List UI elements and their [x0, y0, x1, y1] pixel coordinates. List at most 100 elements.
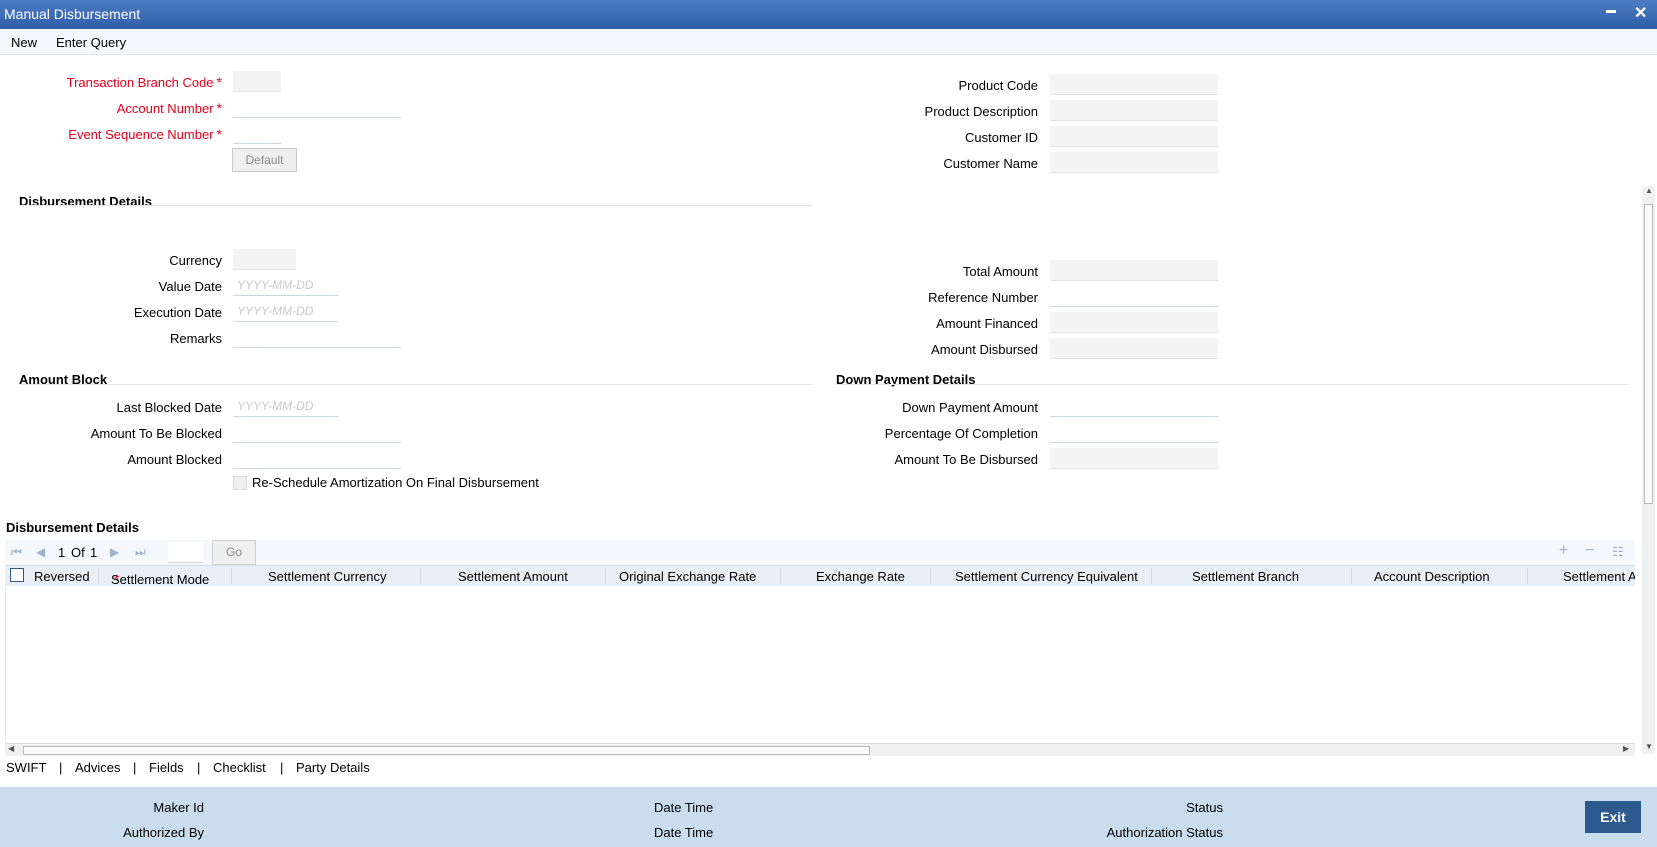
go-button[interactable]: Go	[212, 540, 256, 565]
tab-separator: |	[59, 760, 63, 775]
menu-bar: New Enter Query	[0, 29, 1657, 55]
tab-separator: |	[280, 760, 284, 775]
currency-input[interactable]	[233, 249, 296, 270]
tab-advices[interactable]: Advices	[75, 760, 121, 775]
amount-to-be-blocked-label: Amount To Be Blocked	[90, 426, 222, 441]
transaction-branch-code-input[interactable]	[233, 71, 281, 92]
last-page-icon[interactable]: ⏭	[135, 545, 146, 560]
transaction-branch-code-label: Transaction Branch Code *	[66, 74, 222, 90]
amount-to-be-blocked-input[interactable]	[233, 422, 401, 443]
down-payment-amount-label: Down Payment Amount	[902, 400, 1038, 415]
reference-number-input[interactable]	[1050, 286, 1218, 307]
column-divider	[1527, 568, 1528, 584]
close-icon[interactable]: ✕	[1634, 3, 1647, 23]
execution-date-input[interactable]	[233, 301, 338, 322]
column-divider	[231, 568, 232, 584]
currency-label: Currency	[169, 253, 222, 268]
column-header[interactable]: Settlement Currency Equivalent	[955, 569, 1138, 584]
section-divider	[836, 384, 1629, 385]
column-divider	[1351, 568, 1352, 584]
amount-blocked-input[interactable]	[233, 448, 401, 469]
authorization-status-label: Authorization Status	[1106, 825, 1223, 840]
column-header[interactable]: Reversed	[34, 569, 90, 584]
horizontal-scroll-thumb[interactable]	[23, 746, 870, 755]
scroll-right-icon[interactable]: ▶	[1623, 744, 1629, 753]
select-all-checkbox[interactable]	[10, 568, 24, 582]
total-pages: 1	[90, 545, 98, 560]
column-divider	[420, 568, 421, 584]
amount-blocked-label: Amount Blocked	[127, 452, 222, 467]
column-header[interactable]: Original Exchange Rate	[619, 569, 756, 584]
amount-financed-input[interactable]	[1050, 312, 1218, 333]
single-view-icon[interactable]: ☷	[1612, 544, 1624, 560]
delete-row-icon[interactable]: −	[1585, 542, 1594, 560]
column-header[interactable]: Settlement Currency	[268, 569, 387, 584]
tab-checklist[interactable]: Checklist	[213, 760, 266, 775]
column-header[interactable]: Settlement A	[1563, 569, 1635, 584]
total-amount-input[interactable]	[1050, 260, 1218, 281]
account-number-input[interactable]	[233, 97, 401, 118]
remarks-input[interactable]	[233, 327, 401, 348]
column-header[interactable]: Exchange Rate	[816, 569, 905, 584]
disbursement-grid-heading: Disbursement Details	[6, 520, 139, 535]
maker-date-time-label: Date Time	[654, 800, 714, 815]
menu-new[interactable]: New	[11, 35, 37, 50]
customer-id-input[interactable]	[1050, 126, 1218, 147]
exit-button[interactable]: Exit	[1585, 801, 1641, 833]
grid-header: Reversed Settlement Mode * Settlement Cur…	[5, 565, 1635, 587]
add-row-icon[interactable]: +	[1559, 542, 1568, 560]
next-page-icon[interactable]: ▶	[110, 545, 119, 559]
menu-enter-query[interactable]: Enter Query	[56, 35, 126, 50]
customer-id-label: Customer ID	[965, 130, 1038, 145]
tab-swift[interactable]: SWIFT	[6, 760, 46, 775]
tab-fields[interactable]: Fields	[149, 760, 184, 775]
amount-to-be-disbursed-input[interactable]	[1050, 448, 1218, 469]
total-amount-label: Total Amount	[962, 264, 1038, 279]
checker-date-time-label: Date Time	[654, 825, 714, 840]
amount-to-be-disbursed-label: Amount To Be Disbursed	[894, 452, 1038, 467]
percentage-of-completion-input[interactable]	[1050, 422, 1218, 443]
page-of-label: Of	[71, 545, 85, 560]
execution-date-label: Execution Date	[133, 305, 222, 320]
customer-name-input[interactable]	[1050, 152, 1218, 173]
remarks-label: Remarks	[169, 331, 222, 346]
horizontal-scrollbar[interactable]: ◀ ▶	[5, 743, 1635, 756]
default-button[interactable]: Default	[232, 148, 297, 172]
authorized-by-label: Authorized By	[123, 825, 204, 840]
reschedule-amortization-checkbox[interactable]	[233, 476, 247, 490]
column-header[interactable]: Settlement Amount	[458, 569, 568, 584]
current-page: 1	[58, 545, 66, 560]
page-number-input[interactable]	[168, 542, 203, 563]
event-sequence-number-input[interactable]	[233, 123, 281, 144]
vertical-scroll-thumb[interactable]	[1644, 204, 1653, 504]
column-divider	[780, 568, 781, 584]
section-divider	[19, 384, 812, 385]
tab-separator: |	[197, 760, 201, 775]
scroll-down-icon[interactable]: ▼	[1645, 742, 1653, 751]
amount-disbursed-input[interactable]	[1050, 338, 1218, 359]
down-payment-amount-input[interactable]	[1050, 396, 1218, 417]
column-header[interactable]: Settlement Branch	[1192, 569, 1299, 584]
amount-disbursed-label: Amount Disbursed	[931, 342, 1038, 357]
column-header[interactable]: Account Description	[1374, 569, 1490, 584]
previous-page-icon[interactable]: ◀	[36, 545, 45, 559]
product-code-input[interactable]	[1050, 74, 1218, 95]
scroll-up-icon[interactable]: ▲	[1645, 186, 1653, 195]
first-page-icon[interactable]: ⏮	[11, 545, 22, 560]
product-description-label: Product Description	[924, 104, 1038, 119]
account-number-label: Account Number *	[116, 100, 222, 116]
column-divider	[930, 568, 931, 584]
value-date-input[interactable]	[233, 275, 338, 296]
scroll-left-icon[interactable]: ◀	[8, 744, 14, 753]
event-sequence-number-label: Event Sequence Number *	[68, 126, 222, 142]
maker-id-label: Maker Id	[153, 800, 204, 815]
vertical-scrollbar[interactable]: ▲ ▼	[1642, 186, 1655, 754]
tab-separator: |	[133, 760, 137, 775]
customer-name-label: Customer Name	[943, 156, 1038, 171]
last-blocked-date-input[interactable]	[233, 396, 338, 417]
product-description-input[interactable]	[1050, 100, 1218, 121]
column-divider	[1151, 568, 1152, 584]
value-date-label: Value Date	[158, 279, 222, 294]
tab-party-details[interactable]: Party Details	[296, 760, 370, 775]
minimize-icon[interactable]: ▬	[1606, 5, 1616, 16]
